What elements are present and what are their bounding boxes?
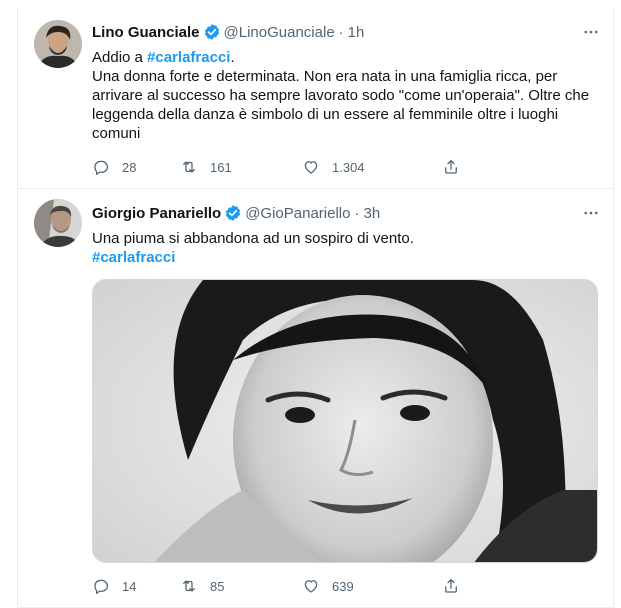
timestamp[interactable]: 1h bbox=[348, 24, 365, 41]
separator: · bbox=[338, 23, 344, 41]
reply-icon bbox=[94, 579, 109, 594]
text-prefix: Addio a bbox=[92, 49, 148, 66]
tweet[interactable]: Giorgio Panariello @GioPanariello · 3h U… bbox=[17, 188, 614, 608]
retweet-button[interactable]: 85 bbox=[180, 577, 302, 595]
timeline-feed: Lino Guanciale @LinoGuanciale · 1h Addio… bbox=[0, 0, 621, 608]
more-options-icon[interactable] bbox=[577, 201, 605, 225]
reply-count: 28 bbox=[122, 159, 137, 175]
author-handle[interactable]: @LinoGuanciale bbox=[224, 24, 335, 41]
heart-icon bbox=[304, 580, 318, 593]
tweet-header: Giorgio Panariello @GioPanariello · 3h bbox=[92, 203, 597, 223]
tweet[interactable]: Lino Guanciale @LinoGuanciale · 1h Addio… bbox=[17, 8, 614, 188]
timestamp[interactable]: 3h bbox=[363, 205, 380, 222]
text-suffix: . bbox=[230, 49, 235, 66]
text-body: Una donna forte e determinata. Non era n… bbox=[92, 68, 590, 142]
share-icon bbox=[445, 159, 457, 174]
verified-badge-icon bbox=[203, 23, 221, 41]
share-icon bbox=[445, 578, 457, 593]
tweet-text: Una piuma si abbandona ad un sospiro di … bbox=[92, 229, 593, 267]
share-button[interactable] bbox=[442, 158, 472, 176]
like-count: 1.304 bbox=[332, 159, 365, 175]
retweet-button[interactable]: 161 bbox=[180, 158, 302, 176]
tweet-actions: 28 161 1.304 bbox=[92, 156, 597, 178]
heart-icon bbox=[304, 161, 318, 174]
tweet-text: Addio a #carlafracci. Una donna forte e … bbox=[92, 48, 593, 143]
avatar[interactable] bbox=[34, 199, 82, 247]
reply-icon bbox=[94, 160, 109, 175]
retweet-icon bbox=[183, 580, 195, 592]
hashtag-link[interactable]: #carlafracci bbox=[147, 49, 230, 66]
retweet-icon bbox=[183, 161, 195, 173]
author-name[interactable]: Lino Guanciale bbox=[92, 24, 200, 41]
reply-button[interactable]: 28 bbox=[92, 158, 180, 176]
author-handle[interactable]: @GioPanariello bbox=[245, 205, 350, 222]
hashtag-link[interactable]: #carlafracci bbox=[92, 249, 175, 266]
like-button[interactable]: 1.304 bbox=[302, 158, 442, 176]
tweet-header: Lino Guanciale @LinoGuanciale · 1h bbox=[92, 22, 597, 42]
like-count: 639 bbox=[332, 578, 354, 594]
reply-count: 14 bbox=[122, 578, 137, 594]
retweet-count: 85 bbox=[210, 578, 225, 594]
verified-badge-icon bbox=[224, 204, 242, 222]
more-options-icon[interactable] bbox=[577, 20, 605, 44]
tweet-actions: 14 85 639 bbox=[92, 575, 597, 597]
author-name[interactable]: Giorgio Panariello bbox=[92, 205, 221, 222]
like-button[interactable]: 639 bbox=[302, 577, 442, 595]
retweet-count: 161 bbox=[210, 159, 232, 175]
avatar[interactable] bbox=[34, 20, 82, 68]
reply-button[interactable]: 14 bbox=[92, 577, 180, 595]
text-body: Una piuma si abbandona ad un sospiro di … bbox=[92, 230, 414, 247]
tweet-photo[interactable] bbox=[92, 279, 598, 563]
separator: · bbox=[354, 204, 360, 222]
share-button[interactable] bbox=[442, 577, 472, 595]
